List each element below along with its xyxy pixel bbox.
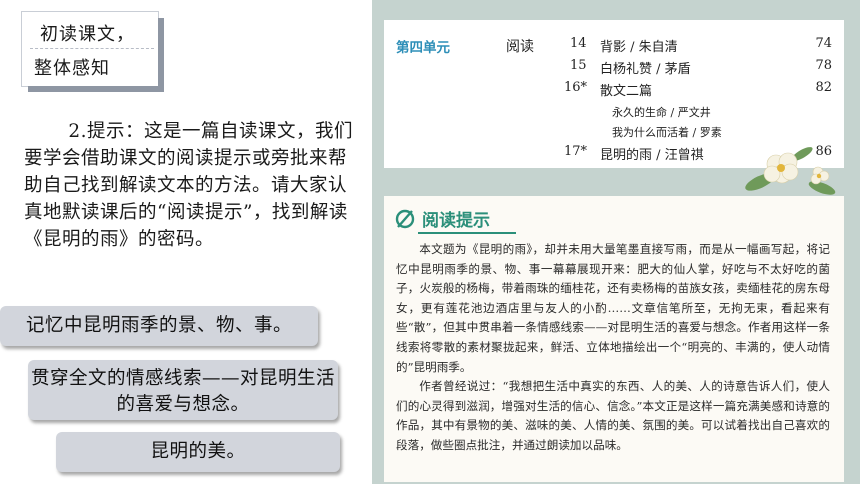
toc-entry-num: 17*: [564, 144, 588, 159]
reading-tips-paragraph-2: 作者曾经说过：“我想把生活中真实的东西、人的美、人的诗意告诉人们，使人们的心灵得…: [396, 379, 830, 452]
instruction-paragraph: 2.提示：这是一篇自读课文，我们要学会借助课文的阅读提示或旁批来帮助自己找到解读…: [24, 118, 360, 253]
flower-decoration-icon: [745, 147, 836, 195]
toc-entry-num: 15: [570, 58, 587, 73]
toc-subentry-title: 我为什么而活着 / 罗素: [612, 126, 722, 139]
reading-tips-paragraph-1: 本文题为《昆明的雨》，却并未用大量笔墨直接写雨，而是从一幅画写起，将记忆中昆明雨…: [396, 242, 830, 374]
toc-entry-num: 16*: [564, 80, 588, 95]
reading-tips-body: 本文题为《昆明的雨》，却并未用大量笔墨直接写雨，而是从一幅画写起，将记忆中昆明雨…: [396, 240, 830, 456]
instruction-text: 2.提示：这是一篇自读课文，我们要学会借助课文的阅读提示或旁批来帮助自己找到解读…: [24, 121, 354, 250]
toc-entry-num: 14: [570, 36, 587, 51]
toc-entry-title: 背影 / 朱自清: [600, 40, 678, 55]
reading-tips-underline: [418, 232, 516, 234]
reading-tips-title: 阅读提示: [422, 211, 490, 231]
label-line-1: 初读课文，: [40, 24, 135, 45]
label-line-2: 整体感知: [34, 58, 110, 79]
section-label-box: 初读课文， 整体感知: [22, 12, 158, 86]
toc-entry-page: 82: [815, 80, 832, 95]
reading-tips-card: 阅读提示 本文题为《昆明的雨》，却并未用大量笔墨直接写雨，而是从一幅画写起，将记…: [384, 196, 844, 482]
callout-emotional-thread: 贯穿全文的情感线索——对昆明生活的喜爱与想念。: [28, 360, 338, 420]
toc-category: 阅读: [506, 39, 534, 55]
toc-entry-title: 散文二篇: [600, 84, 653, 99]
callout-beauty: 昆明的美。: [56, 432, 340, 472]
reading-tips-icon: [395, 209, 415, 229]
toc-subentry-title: 永久的生命 / 严文井: [612, 106, 711, 119]
toc-entry-title: 昆明的雨 / 汪曾祺: [600, 148, 704, 163]
toc-entry-page: 78: [815, 58, 832, 73]
callout-scenes: 记忆中昆明雨季的景、物、事。: [0, 306, 318, 346]
label-divider: [30, 48, 154, 49]
toc-entry-page: 74: [815, 36, 832, 51]
toc-entry-title: 白杨礼赞 / 茅盾: [600, 62, 691, 77]
toc-unit: 第四单元: [396, 40, 450, 56]
